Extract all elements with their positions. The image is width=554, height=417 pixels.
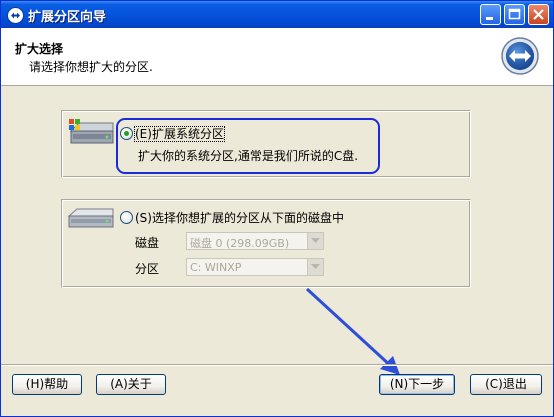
wizard-window: 扩展分区向导 扩大选择 请选择你想扩大的分区. (E)扩展系统分区 扩大你的系统… xyxy=(0,0,554,417)
exit-button[interactable]: (C)退出 xyxy=(470,374,542,395)
about-button[interactable]: (A)关于 xyxy=(96,374,166,395)
help-button[interactable]: (H)帮助 xyxy=(12,374,82,395)
pointer-arrow xyxy=(305,287,400,375)
next-button[interactable]: (N)下一步 xyxy=(379,374,455,395)
footer-separator xyxy=(1,364,553,366)
